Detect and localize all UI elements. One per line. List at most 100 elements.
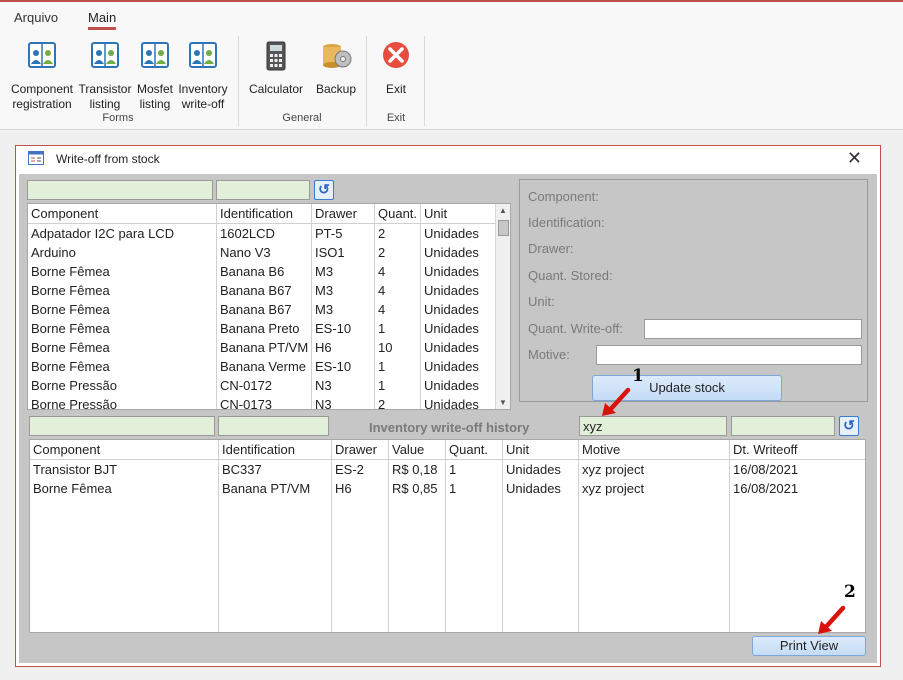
history-identification-filter-input[interactable] xyxy=(218,416,329,436)
scroll-up-icon[interactable]: ▲ xyxy=(499,206,507,215)
scroll-down-icon[interactable]: ▼ xyxy=(499,398,507,407)
window-titlebar: Write-off from stock ✕ xyxy=(16,146,880,172)
backup-button[interactable]: Backup xyxy=(312,40,360,97)
table-cell: R$ 0,85 xyxy=(392,481,438,496)
table-cell: 4 xyxy=(378,264,386,279)
transistor-listing-button[interactable]: Transistor listing xyxy=(78,40,132,112)
ribbon-separator xyxy=(424,36,425,126)
identification-filter-input[interactable] xyxy=(216,180,310,200)
group-label-forms: Forms xyxy=(102,112,134,124)
table-cell: H6 xyxy=(315,340,332,355)
backup-label: Backup xyxy=(315,82,357,96)
table-cell: Unidades xyxy=(424,378,479,393)
table-cell: 1 xyxy=(449,481,457,496)
table-row[interactable]: Borne Fêmea Banana B67 M3 4 Unidades xyxy=(28,300,510,319)
history-component-filter-input[interactable] xyxy=(29,416,215,436)
table-cell: Unidades xyxy=(424,302,479,317)
close-icon[interactable]: ✕ xyxy=(847,148,862,169)
table-row[interactable]: Borne Fêmea Banana Verme ES-10 1 Unidades xyxy=(28,357,510,376)
column-header[interactable]: Quant. xyxy=(446,440,502,459)
annotation-number: 1 xyxy=(632,366,644,386)
motive-input[interactable] xyxy=(596,345,862,365)
form-icon xyxy=(28,151,44,165)
annotation-number: 2 xyxy=(844,582,856,602)
group-label-general: General xyxy=(282,112,322,124)
component-registration-button[interactable]: Component registration xyxy=(8,40,76,112)
column-header[interactable]: Quant. xyxy=(375,204,420,223)
tab-main[interactable]: Main xyxy=(88,10,117,30)
refresh-history-icon[interactable]: ↺ xyxy=(839,416,859,436)
table-cell: 16/08/2021 xyxy=(733,481,799,496)
table-cell: ES-10 xyxy=(315,321,352,336)
refresh-stock-icon[interactable]: ↺ xyxy=(314,180,334,200)
column-header[interactable]: Drawer xyxy=(332,440,388,459)
table-cell: Unidades xyxy=(424,397,479,410)
ribbon: Arquivo Main Component registration Tran… xyxy=(0,2,903,130)
table-cell: 2 xyxy=(378,397,386,410)
history-date-filter-input[interactable] xyxy=(731,416,835,436)
table-cell: PT-5 xyxy=(315,226,343,241)
table-cell: Unidades xyxy=(424,283,479,298)
stock-list-scrollbar[interactable]: ▲ ▼ xyxy=(495,204,510,409)
table-cell: Banana B6 xyxy=(220,264,285,279)
column-header[interactable]: Unit xyxy=(421,204,495,223)
exit-icon xyxy=(383,42,409,68)
write-off-window: Write-off from stock ✕ ↺ Component Ident… xyxy=(15,145,881,667)
table-row[interactable]: Borne Fêmea Banana PT/VM H6 R$ 0,85 1 Unidade… xyxy=(30,479,865,498)
table-cell: 4 xyxy=(378,283,386,298)
table-cell: xyz project xyxy=(582,481,645,496)
table-cell: Adpatador I2C para LCD xyxy=(31,226,175,241)
table-cell: M3 xyxy=(315,283,334,298)
column-header[interactable]: Component xyxy=(28,204,214,223)
column-header[interactable]: Unit xyxy=(503,440,578,459)
table-cell: Transistor BJT xyxy=(33,462,118,477)
exit-button[interactable]: Exit xyxy=(376,40,416,97)
table-cell: Borne Fêmea xyxy=(31,264,110,279)
column-header[interactable]: Motive xyxy=(579,440,729,459)
table-row[interactable]: Borne Pressão CN-0172 N3 1 Unidades xyxy=(28,376,510,395)
print-view-button[interactable]: Print View xyxy=(752,636,866,656)
column-header[interactable]: Component xyxy=(30,440,218,459)
people-book-icon xyxy=(91,42,119,68)
mosfet-listing-button[interactable]: Mosfet listing xyxy=(134,40,176,112)
table-row[interactable]: Borne Fêmea Banana B67 M3 4 Unidades xyxy=(28,281,510,300)
column-header[interactable]: Identification xyxy=(217,204,311,223)
quant-write-off-input[interactable] xyxy=(644,319,862,339)
annotation-arrow-icon xyxy=(818,605,846,634)
table-row[interactable]: Borne Pressão CN-0173 N3 2 Unidades xyxy=(28,395,510,410)
column-header[interactable]: Drawer xyxy=(312,204,374,223)
unit-label: Unit: xyxy=(528,294,555,309)
table-row[interactable]: Borne Fêmea Banana B6 M3 4 Unidades xyxy=(28,262,510,281)
table-row[interactable]: Borne Fêmea Banana Preto ES-10 1 Unidades xyxy=(28,319,510,338)
column-header[interactable]: Value xyxy=(389,440,445,459)
people-book-icon xyxy=(189,42,217,68)
table-cell: Unidades xyxy=(424,245,479,260)
people-book-icon xyxy=(28,42,56,68)
table-row[interactable]: Transistor BJT BC337 ES-2 R$ 0,18 1 Unidades x… xyxy=(30,460,865,479)
table-row[interactable]: Borne Fêmea Banana PT/VM H6 10 Unidades xyxy=(28,338,510,357)
table-cell: 1 xyxy=(378,359,386,374)
table-row[interactable]: Arduino Nano V3 ISO1 2 Unidades xyxy=(28,243,510,262)
column-header[interactable]: Dt. Writeoff xyxy=(730,440,865,459)
table-cell: Banana B67 xyxy=(220,302,292,317)
component-filter-input[interactable] xyxy=(27,180,213,200)
scrollbar-thumb[interactable] xyxy=(498,220,509,236)
stock-list[interactable]: Component Identification Drawer Quant. U… xyxy=(27,203,511,410)
table-cell: xyz project xyxy=(582,462,645,477)
quant-stored-label: Quant. Stored: xyxy=(528,268,613,283)
tab-arquivo[interactable]: Arquivo xyxy=(14,10,58,25)
table-cell: Borne Fêmea xyxy=(31,359,110,374)
detail-panel: Component: Identification: Drawer: Quant… xyxy=(519,179,868,402)
table-cell: Borne Fêmea xyxy=(31,302,110,317)
column-header[interactable]: Identification xyxy=(219,440,331,459)
inventory-write-off-button[interactable]: Inventory write-off xyxy=(176,40,230,112)
window-body: ↺ Component Identification Drawer Quant.… xyxy=(19,174,877,663)
table-cell: 1 xyxy=(378,378,386,393)
calculator-button[interactable]: Calculator xyxy=(246,40,306,97)
table-cell: Unidades xyxy=(424,226,479,241)
table-cell: M3 xyxy=(315,264,334,279)
table-row[interactable]: Adpatador I2C para LCD 1602LCD PT-5 2 Unidad… xyxy=(28,224,510,243)
history-list[interactable]: Component Identification Drawer Value Qu… xyxy=(29,439,866,633)
motive-label: Motive: xyxy=(528,347,570,362)
table-cell: 2 xyxy=(378,226,386,241)
